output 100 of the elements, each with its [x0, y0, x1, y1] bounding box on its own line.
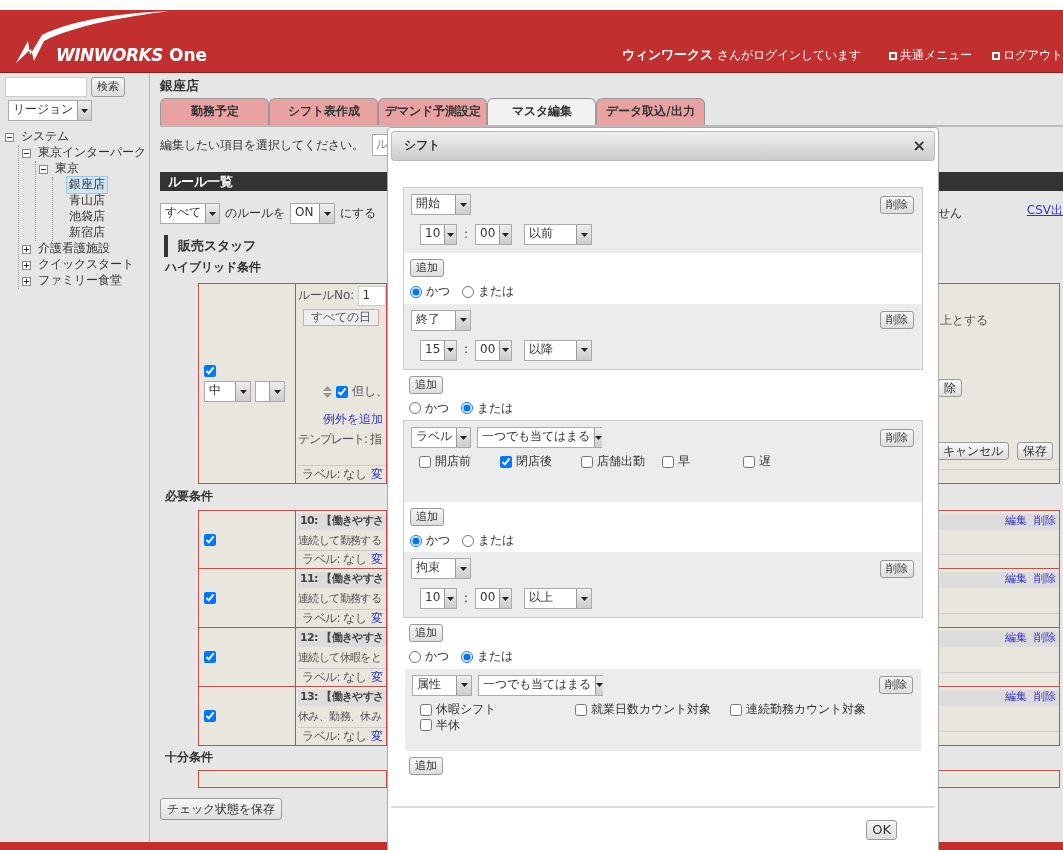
change-link[interactable]: 変	[371, 670, 383, 685]
add-button[interactable]: 追加	[409, 624, 443, 643]
tree-item[interactable]: 青山店	[66, 192, 108, 210]
checkbox[interactable]	[204, 592, 216, 604]
change-link[interactable]: 変	[371, 611, 383, 626]
scope-select[interactable]: すべて	[160, 203, 220, 224]
delete-link[interactable]: 削除	[1034, 631, 1055, 647]
collapse-icon[interactable]	[5, 132, 14, 142]
radio-button[interactable]	[462, 534, 474, 547]
radio-button[interactable]	[410, 285, 422, 298]
expand-icon[interactable]	[22, 276, 31, 286]
header-link[interactable]: ログアウト	[992, 47, 1063, 64]
change-link[interactable]: 変	[371, 467, 383, 482]
add-button[interactable]: 追加	[410, 507, 444, 526]
checkbox[interactable]	[500, 456, 512, 468]
checkbox[interactable]	[662, 456, 674, 468]
cancel-button[interactable]: キャンセル	[937, 441, 1009, 460]
checkbox[interactable]	[204, 533, 216, 546]
compare-select[interactable]: 以降	[524, 339, 593, 361]
tree-item[interactable]: 銀座店	[66, 176, 108, 194]
expand-icon[interactable]	[22, 244, 31, 254]
match-select[interactable]: 一つでも当てはまる	[477, 427, 602, 449]
state-select[interactable]: ON	[290, 203, 335, 224]
delete-link[interactable]: 削除	[1034, 690, 1055, 706]
delete-button[interactable]: 削除	[880, 195, 914, 214]
radio-button[interactable]	[410, 534, 422, 547]
checkbox[interactable]	[336, 385, 348, 398]
tab[interactable]: 勤務予定	[160, 98, 269, 125]
change-link[interactable]: 変	[371, 729, 383, 744]
compare-select[interactable]: 以上	[524, 588, 593, 610]
delete-link[interactable]: 削除	[1034, 514, 1055, 530]
tab[interactable]: デマンド予測設定	[378, 98, 487, 125]
region-select[interactable]: リージョン	[8, 100, 92, 121]
add-button[interactable]: 追加	[409, 757, 443, 776]
tab[interactable]: シフト表作成	[269, 98, 378, 125]
add-button[interactable]: 追加	[410, 259, 444, 277]
rule-number-field[interactable]: 1	[358, 286, 386, 306]
change-link[interactable]: 変	[371, 552, 383, 567]
field-select[interactable]: 終了	[411, 309, 471, 331]
tree-item[interactable]: 東京	[52, 160, 82, 178]
match-select[interactable]: 一つでも当てはまる	[478, 674, 603, 696]
tab[interactable]: データ取込/出力	[596, 98, 705, 125]
field-select[interactable]: ラベル	[411, 427, 471, 449]
tree-item[interactable]: ファミリー食堂	[35, 272, 125, 290]
field-select[interactable]: 属性	[412, 674, 472, 696]
option-select[interactable]	[255, 381, 285, 402]
tree-item[interactable]: システム	[18, 128, 72, 146]
tree-item[interactable]: クイックスタート	[35, 256, 137, 274]
save-check-button[interactable]: チェック状態を保存	[160, 798, 282, 820]
ok-button[interactable]: OK	[866, 820, 897, 840]
minute-select[interactable]: 00	[475, 339, 513, 361]
edit-link[interactable]: 編集	[1005, 631, 1027, 647]
save-button[interactable]: 保存	[1017, 441, 1053, 460]
priority-select[interactable]: 中	[204, 381, 251, 402]
csv-link[interactable]: CSV出	[1026, 203, 1063, 219]
search-field[interactable]	[5, 77, 87, 97]
edit-link[interactable]: 編集	[1005, 690, 1027, 706]
hour-select[interactable]: 10	[420, 224, 457, 245]
delete-button[interactable]: 削除	[880, 428, 914, 447]
add-exception-link[interactable]: 例外を追加	[323, 411, 383, 428]
edit-link[interactable]: 編集	[1005, 572, 1027, 588]
add-button[interactable]: 追加	[409, 375, 443, 394]
expand-icon[interactable]	[22, 260, 31, 270]
checkbox[interactable]	[204, 710, 216, 722]
checkbox[interactable]	[204, 651, 216, 663]
checkbox[interactable]	[420, 719, 432, 732]
tree-item[interactable]: 東京インターパーク	[35, 144, 149, 162]
hour-select[interactable]: 15	[420, 339, 457, 361]
tab[interactable]: マスタ編集	[487, 98, 596, 125]
checkbox[interactable]	[743, 456, 755, 468]
delete-button[interactable]: 除	[938, 378, 962, 397]
collapse-icon[interactable]	[22, 148, 31, 158]
field-select[interactable]: 開始	[411, 194, 471, 215]
tree-item[interactable]: 介護看護施設	[35, 240, 113, 258]
field-select[interactable]: 拘束	[411, 558, 471, 580]
checkbox[interactable]	[204, 365, 216, 377]
checkbox[interactable]	[730, 703, 742, 716]
hour-select[interactable]: 10	[420, 588, 457, 610]
radio-button[interactable]	[461, 402, 473, 415]
tree-item[interactable]: 池袋店	[66, 208, 108, 226]
checkbox[interactable]	[419, 456, 431, 468]
edit-link[interactable]: 編集	[1005, 514, 1027, 530]
compare-select[interactable]: 以前	[524, 224, 593, 245]
day-button[interactable]: すべての日	[303, 309, 379, 326]
radio-button[interactable]	[409, 402, 421, 415]
checkbox[interactable]	[581, 456, 593, 468]
radio-button[interactable]	[461, 651, 473, 664]
delete-button[interactable]: 削除	[879, 676, 913, 695]
minute-select[interactable]: 00	[475, 588, 513, 610]
minute-select[interactable]: 00	[475, 224, 513, 245]
checkbox[interactable]	[575, 703, 587, 716]
collapse-icon[interactable]	[39, 164, 48, 174]
header-link[interactable]: 共通メニュー	[889, 47, 972, 64]
delete-button[interactable]: 削除	[880, 311, 914, 330]
radio-button[interactable]	[462, 285, 474, 298]
close-icon[interactable]: ×	[912, 135, 926, 157]
tree-item[interactable]: 新宿店	[66, 224, 108, 242]
delete-button[interactable]: 削除	[880, 559, 914, 578]
checkbox[interactable]	[420, 703, 432, 716]
radio-button[interactable]	[409, 651, 421, 664]
